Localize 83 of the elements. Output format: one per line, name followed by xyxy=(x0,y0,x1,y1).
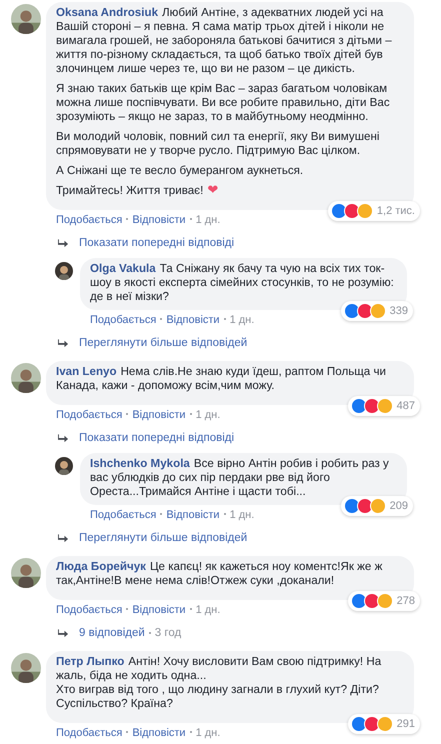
separator-dot xyxy=(224,318,226,320)
author-name[interactable]: Ivan Lenyo xyxy=(56,365,117,378)
like-reaction-icon xyxy=(344,498,360,514)
replies-link[interactable]: Показати попередні відповіді xyxy=(79,237,234,249)
comment-text: А Сніжані ще те весло бумерангом аукнеться. xyxy=(56,164,304,178)
haha-reaction-icon xyxy=(370,303,386,319)
author-name[interactable]: Петр Лыпко xyxy=(56,655,124,668)
reaction-summary[interactable]: 487 xyxy=(348,396,420,416)
haha-reaction-icon xyxy=(376,593,393,609)
haha-reaction-icon xyxy=(356,203,373,219)
like-link[interactable]: Подобається xyxy=(56,409,122,421)
haha-reaction-icon xyxy=(376,398,393,414)
like-link[interactable]: Подобається xyxy=(90,509,156,521)
like-reaction-icon xyxy=(350,716,367,732)
reaction-summary[interactable]: 278 xyxy=(348,591,420,611)
separator-dot xyxy=(160,513,162,515)
author-name[interactable]: Ishchenko Mykola xyxy=(90,457,190,470)
comment-text: Ishchenko Mykola Все вірно Антін робив і робить раз у вас ублюдків до сих пір пердаки рве від його Ореста...Тримайся Антіне і щасти тобі... xyxy=(90,457,390,499)
comment-text: Ви молодий чоловік, повний сил та енергії, яку Ви вимушені спрямовувати не у творче русло. Підтримую Вас цілком. xyxy=(56,130,380,158)
reply-link[interactable]: Відповісти xyxy=(132,604,186,616)
replies-link[interactable]: Показати попередні відповіді xyxy=(79,432,234,444)
comment-text: Oksana Androsiuk Любий Антіне, з адекватних людей усі на Вашій стороні – я певна. Я сама матір трьох дітей і ніколи не вимагала грошей, не забороняла батькові бачитися з дітьми – життя по-різному складається, та щоб батько твоїх дітей був злочинцем лише через те, що ви не разом – це дикість. xyxy=(56,6,393,76)
timestamp: 1 дн. xyxy=(230,509,254,521)
replies-link[interactable]: Переглянути більше відповідей xyxy=(79,337,248,349)
timestamp: 3 год xyxy=(154,627,182,639)
comment-text: Люда Борейчук Це капєц! як кажеться ноу коментс!Як же ж так,Антіне!В мене нема слів!Отжеж суки ,доканали! xyxy=(56,560,384,588)
separator-dot xyxy=(190,731,192,733)
like-link[interactable]: Подобається xyxy=(56,214,122,226)
timestamp: 1 дн. xyxy=(230,314,254,326)
reply-link[interactable]: Відповісти xyxy=(132,727,186,739)
separator-dot xyxy=(190,608,192,610)
like-link[interactable]: Подобається xyxy=(56,604,122,616)
separator-dot xyxy=(126,608,128,610)
separator-dot xyxy=(126,218,128,220)
reply-arrow-icon xyxy=(58,338,69,348)
comment-text: Olga Vakula Та Сніжану як бачу та чую на всіх тих ток-шоу в якості експерта сімейних стосунків, то не розумію: де в неї мізки? xyxy=(90,262,395,304)
comment-text: Я знаю таких батьків ще крім Вас – зараз багатьом чоловікам можна лише поспівчувати. Ви все робите правильно, діти Вас зрозуміють – якщо не зараз, то в майбутньому неодмінно. xyxy=(56,82,391,124)
reply-arrow-icon xyxy=(58,238,69,248)
reply-link[interactable]: Відповісти xyxy=(132,214,186,226)
timestamp: 1 дн. xyxy=(196,409,220,421)
reply-link[interactable]: Відповісти xyxy=(166,509,220,521)
separator-dot xyxy=(224,513,226,515)
separator-dot xyxy=(126,413,128,415)
like-link[interactable]: Подобається xyxy=(90,314,156,326)
author-name[interactable]: Люда Борейчук xyxy=(56,560,146,573)
reply-arrow-icon xyxy=(58,628,69,638)
replies-link[interactable]: Переглянути більше відповідей xyxy=(79,532,248,544)
like-reaction-icon xyxy=(350,593,367,609)
separator-dot xyxy=(190,413,192,415)
love-reaction-icon xyxy=(356,498,373,514)
like-reaction-icon xyxy=(344,303,360,319)
like-reaction-icon xyxy=(330,203,347,219)
like-link[interactable]: Подобається xyxy=(56,727,122,739)
reply-link[interactable]: Відповісти xyxy=(132,409,186,421)
reaction-summary[interactable]: 209 xyxy=(340,496,413,516)
haha-reaction-icon xyxy=(376,716,393,732)
heart-icon: ❤ xyxy=(207,184,218,198)
separator-dot xyxy=(126,731,128,733)
comment-text: Петр Лыпко Антін! Хочу висловити Вам свою підтримку! На жаль, біда не ходить одна... Хто виграв від того , що людину загнали в глухий кут? Діти? Суспільство? Країна? xyxy=(56,655,382,711)
haha-reaction-icon xyxy=(370,498,386,514)
reply-arrow-icon xyxy=(58,434,69,442)
comment-text: Ivan Lenyo Нема слів.Не знаю куди їдеш, раптом Польща чи Канада, кажи - допоможу всім,чим можу. xyxy=(56,365,387,393)
reaction-summary[interactable]: 339 xyxy=(340,301,413,321)
like-reaction-icon xyxy=(350,398,367,414)
timestamp: 1 дн. xyxy=(196,214,220,226)
love-reaction-icon xyxy=(364,716,380,732)
separator-dot xyxy=(160,318,162,320)
reaction-summary[interactable]: 1,2 тис. xyxy=(328,201,420,221)
reply-link[interactable]: Відповісти xyxy=(166,314,220,326)
author-name[interactable]: Olga Vakula xyxy=(90,262,156,275)
love-reaction-icon xyxy=(356,303,373,319)
love-reaction-icon xyxy=(344,203,360,219)
love-reaction-icon xyxy=(364,398,380,414)
reply-arrow-icon xyxy=(58,534,69,542)
timestamp: 1 дн. xyxy=(196,727,220,739)
separator-dot xyxy=(148,632,151,634)
separator-dot xyxy=(190,218,192,220)
author-name[interactable]: Oksana Androsiuk xyxy=(56,6,158,19)
timestamp: 1 дн. xyxy=(196,604,220,616)
comment-text: Тримайтесь! Життя триває! xyxy=(56,184,204,198)
reaction-summary[interactable]: 291 xyxy=(348,714,420,734)
replies-link[interactable]: 9 відповідей xyxy=(79,627,145,639)
love-reaction-icon xyxy=(364,593,380,609)
